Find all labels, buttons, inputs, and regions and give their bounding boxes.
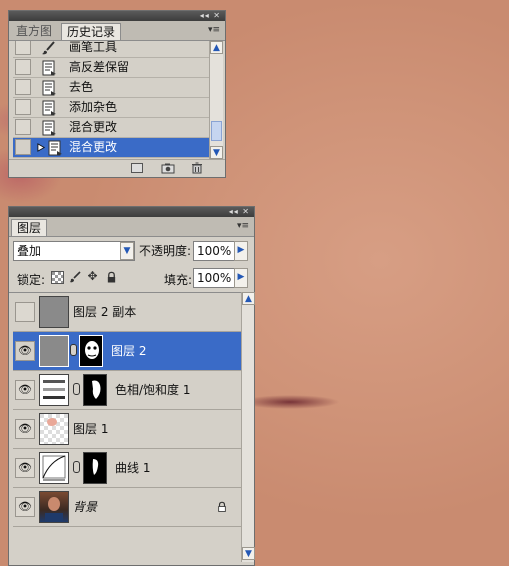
layer-mask-thumbnail xyxy=(83,452,107,484)
layer-name: 图层 2 xyxy=(111,344,147,358)
collapse-close-icon[interactable]: ◂◂ ✕ xyxy=(229,207,250,217)
scroll-up-button[interactable]: ▲ xyxy=(242,292,255,305)
history-panel: ◂◂ ✕ 直方图 历史记录 ▾≡ 画笔工具 高反差保留 去色 添加杂色 混合更改… xyxy=(8,10,226,178)
fill-label: 填充: xyxy=(164,273,193,287)
history-tabs: 直方图 历史记录 ▾≡ xyxy=(9,21,225,41)
background-thumbnail xyxy=(39,491,69,523)
scroll-up-button[interactable]: ▲ xyxy=(210,41,223,54)
layer-mask-thumbnail xyxy=(79,335,103,367)
eye-icon[interactable]: 👁 xyxy=(15,497,35,517)
curves-adjustment-icon xyxy=(39,452,69,484)
blend-mode-value: 叠加 xyxy=(17,244,42,258)
history-source-checkbox[interactable] xyxy=(15,119,31,135)
lock-all-icon[interactable] xyxy=(106,271,117,283)
history-source-checkbox[interactable] xyxy=(15,59,31,75)
mask-link-icon[interactable] xyxy=(73,461,80,473)
scroll-thumb[interactable] xyxy=(211,121,222,141)
history-list: 画笔工具 高反差保留 去色 添加杂色 混合更改 混合更改 xyxy=(9,41,227,161)
history-source-checkbox[interactable] xyxy=(15,139,31,155)
panel-menu-icon[interactable]: ▾≡ xyxy=(237,221,250,231)
history-item[interactable]: 去色 xyxy=(13,78,215,98)
chevron-down-icon[interactable]: ▼ xyxy=(120,242,134,260)
layer-name: 图层 1 xyxy=(73,422,109,436)
layer-mask-thumbnail xyxy=(83,374,107,406)
layer-name: 背景 xyxy=(73,500,98,514)
lock-icon xyxy=(218,501,226,512)
history-scrollbar[interactable]: ▲ ▼ xyxy=(209,41,223,159)
mask-link-icon[interactable] xyxy=(70,344,77,356)
history-item-label: 混合更改 xyxy=(69,120,118,134)
layer-name: 曲线 1 xyxy=(115,461,151,475)
eye-icon[interactable]: 👁 xyxy=(15,419,35,439)
lock-icons: ✥ xyxy=(49,268,129,286)
history-state-icon xyxy=(48,140,62,156)
history-item-label: 混合更改 xyxy=(69,140,118,154)
collapse-close-icon[interactable]: ◂◂ ✕ xyxy=(200,11,221,21)
history-item[interactable]: 高反差保留 xyxy=(13,58,215,78)
history-state-icon xyxy=(42,60,56,76)
layers-tabs: 图层 ▾≡ xyxy=(9,217,254,237)
trash-icon[interactable] xyxy=(191,162,203,174)
brush-icon xyxy=(42,41,55,55)
history-item[interactable]: 添加杂色 xyxy=(13,98,215,118)
history-panel-titlebar[interactable]: ◂◂ ✕ xyxy=(9,11,225,21)
history-footer xyxy=(9,159,225,177)
history-state-icon xyxy=(42,100,56,116)
tab-history[interactable]: 历史记录 xyxy=(61,23,122,40)
history-item-label: 画笔工具 xyxy=(69,41,118,54)
eye-icon[interactable]: 👁 xyxy=(15,458,35,478)
new-document-from-state-icon[interactable] xyxy=(131,163,143,173)
layer-name: 图层 2 副本 xyxy=(73,305,137,319)
history-item-label: 去色 xyxy=(69,80,94,94)
layers-panel-titlebar[interactable]: ◂◂ ✕ xyxy=(9,207,254,217)
layer-thumbnail xyxy=(39,413,69,445)
layer-thumbnail xyxy=(39,335,69,367)
panel-menu-icon[interactable]: ▾≡ xyxy=(208,25,221,35)
history-source-checkbox[interactable] xyxy=(15,41,31,55)
layer-row[interactable]: 👁 曲线 1 xyxy=(13,449,245,488)
blend-mode-select[interactable]: 叠加 ▼ xyxy=(13,241,135,261)
history-source-checkbox[interactable] xyxy=(15,79,31,95)
lock-move-icon[interactable]: ✥ xyxy=(87,270,98,282)
opacity-label: 不透明度: xyxy=(139,244,192,258)
opacity-input[interactable]: 100% xyxy=(193,241,235,261)
history-item-label: 高反差保留 xyxy=(69,60,130,74)
eye-icon[interactable]: 👁 xyxy=(15,341,35,361)
history-item[interactable]: 混合更改 xyxy=(13,118,215,138)
opacity-slider-button[interactable]: ▶ xyxy=(234,241,248,261)
history-item-label: 添加杂色 xyxy=(69,100,118,114)
tab-histogram[interactable]: 直方图 xyxy=(11,23,57,40)
history-state-pointer-icon xyxy=(37,143,46,152)
layers-panel: ◂◂ ✕ 图层 ▾≡ 叠加 ▼ 不透明度: 100% ▶ 锁定: ✥ 填充: 1… xyxy=(8,206,255,566)
history-item[interactable]: 画笔工具 xyxy=(13,41,215,58)
layer-row[interactable]: 👁 背景 xyxy=(13,488,245,527)
layer-row[interactable]: 👁 色相/饱和度 1 xyxy=(13,371,245,410)
lock-brush-icon[interactable] xyxy=(69,271,81,283)
layer-row-selected[interactable]: 👁 图层 2 xyxy=(13,332,245,371)
visibility-toggle[interactable] xyxy=(15,302,35,322)
hue-saturation-adjustment-icon xyxy=(39,374,69,406)
fill-input[interactable]: 100% xyxy=(193,268,235,288)
scroll-down-button[interactable]: ▼ xyxy=(210,146,223,159)
layer-thumbnail xyxy=(39,296,69,328)
lock-label: 锁定: xyxy=(17,273,46,287)
layer-list: 图层 2 副本 👁 图层 2 👁 色相/饱和度 1 👁 图层 1 👁 曲线 1 … xyxy=(9,292,245,563)
history-source-checkbox[interactable] xyxy=(15,99,31,115)
layer-row[interactable]: 👁 图层 1 xyxy=(13,410,245,449)
scroll-down-button[interactable]: ▼ xyxy=(242,547,255,560)
eye-icon[interactable]: 👁 xyxy=(15,380,35,400)
layers-scrollbar[interactable]: ▲ ▼ xyxy=(241,292,255,562)
history-state-icon xyxy=(42,120,56,136)
snapshot-camera-icon[interactable] xyxy=(161,163,175,174)
layer-row[interactable]: 图层 2 副本 xyxy=(13,293,245,332)
mask-link-icon[interactable] xyxy=(73,383,80,395)
history-item-selected[interactable]: 混合更改 xyxy=(13,138,215,158)
layer-name: 色相/饱和度 1 xyxy=(115,383,191,397)
lock-transparency-icon[interactable] xyxy=(51,271,64,284)
history-state-icon xyxy=(42,80,56,96)
fill-slider-button[interactable]: ▶ xyxy=(234,268,248,288)
tab-layers[interactable]: 图层 xyxy=(11,219,48,236)
